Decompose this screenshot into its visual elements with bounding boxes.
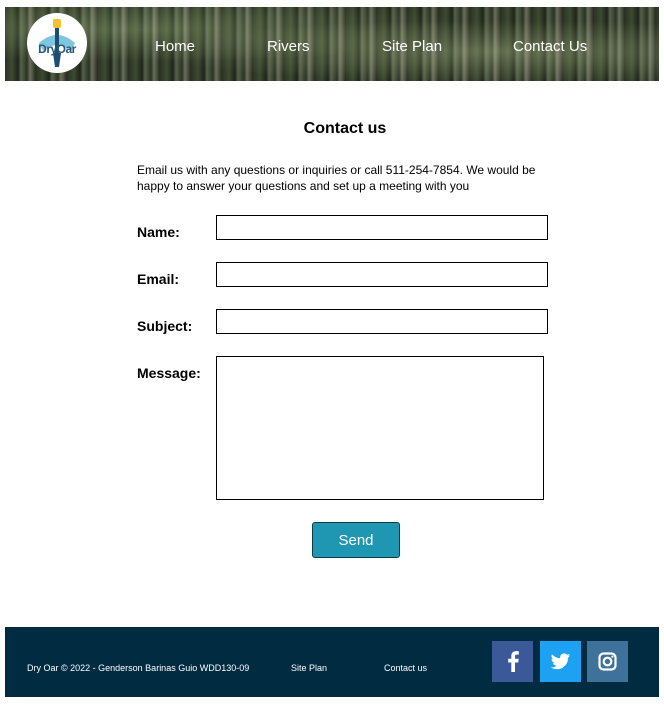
facebook-icon xyxy=(492,641,533,682)
site-header: DryOar Home Rivers Site Plan Contact Us xyxy=(5,7,659,81)
instagram-link[interactable] xyxy=(587,641,628,682)
logo-text: DryOar xyxy=(38,42,76,56)
send-button[interactable]: Send xyxy=(312,522,400,558)
twitter-icon xyxy=(540,641,581,682)
instagram-icon xyxy=(587,641,628,682)
subject-label: Subject: xyxy=(137,318,193,334)
name-label: Name: xyxy=(137,224,180,240)
footer-contact-link[interactable]: Contact us xyxy=(384,663,427,673)
twitter-link[interactable] xyxy=(540,641,581,682)
facebook-link[interactable] xyxy=(492,641,533,682)
subject-field[interactable] xyxy=(216,309,548,334)
dry-oar-logo[interactable]: DryOar xyxy=(27,13,87,73)
copyright-text: Dry Oar © 2022 - Genderson Barinas Guio … xyxy=(27,663,250,673)
message-field[interactable] xyxy=(216,356,544,500)
site-footer: Dry Oar © 2022 - Genderson Barinas Guio … xyxy=(5,627,659,697)
name-field[interactable] xyxy=(216,215,548,240)
footer-site-plan-link[interactable]: Site Plan xyxy=(291,663,327,673)
nav-rivers[interactable]: Rivers xyxy=(267,38,310,55)
nav-site-plan[interactable]: Site Plan xyxy=(382,38,442,55)
message-label: Message: xyxy=(137,365,201,381)
intro-text: Email us with any questions or inquiries… xyxy=(137,163,536,193)
nav-contact-us[interactable]: Contact Us xyxy=(513,38,587,55)
email-field[interactable] xyxy=(216,262,548,287)
page-title: Contact us xyxy=(303,120,387,137)
nav-home[interactable]: Home xyxy=(155,38,195,55)
email-label: Email: xyxy=(137,271,180,287)
